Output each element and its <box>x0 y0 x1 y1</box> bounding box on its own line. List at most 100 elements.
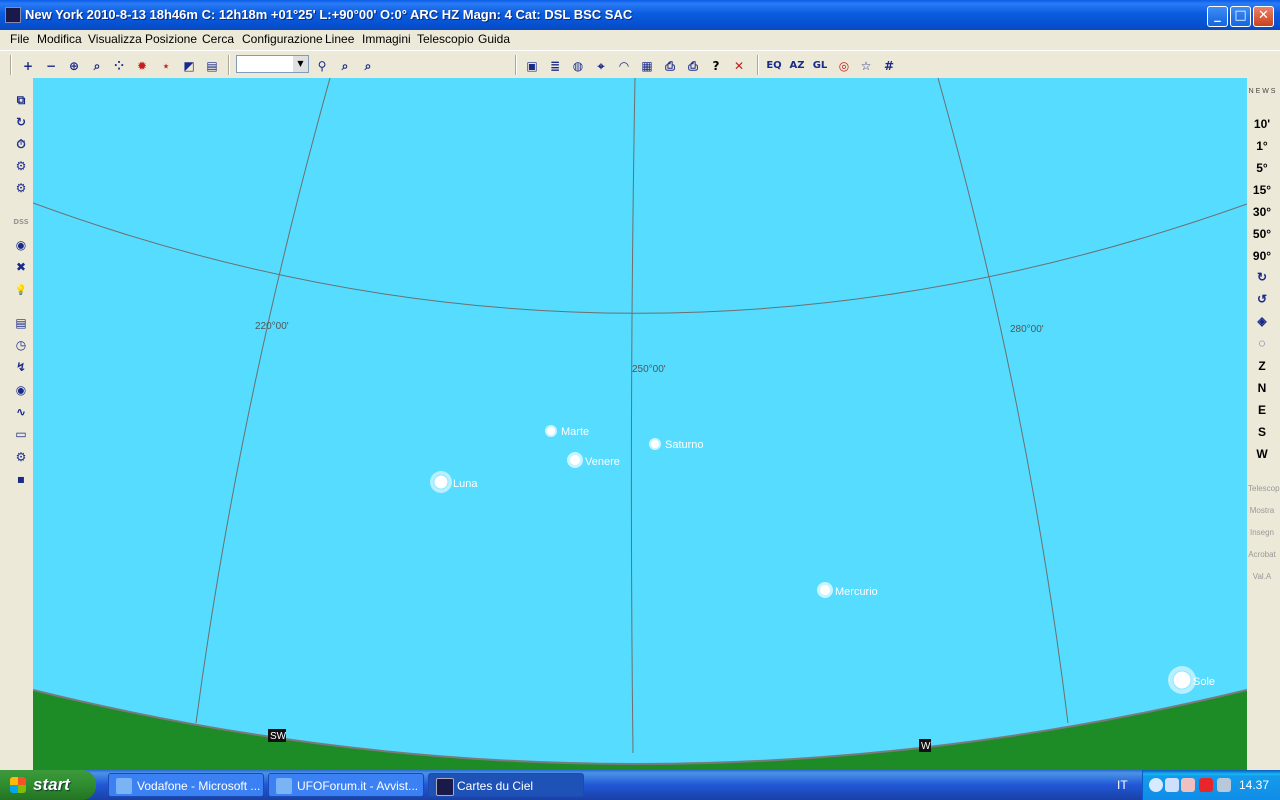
compass-icon[interactable]: N E W S <box>1248 88 1276 95</box>
telescope-icon[interactable]: ⌖ <box>592 57 610 75</box>
print-icon[interactable]: ⎙ <box>661 57 679 75</box>
help-icon[interactable]: ? <box>707 57 725 75</box>
minimize-button[interactable]: _ <box>1207 6 1228 27</box>
curve-icon[interactable]: ∿ <box>12 403 30 421</box>
menu-file[interactable]: File <box>10 32 29 46</box>
find-object-icon[interactable]: ⌕ <box>336 57 354 75</box>
fov-1deg-button[interactable]: 1° <box>1248 139 1276 153</box>
flip-icon[interactable]: ◈ <box>1248 314 1276 328</box>
exit-icon[interactable]: ✕ <box>730 57 748 75</box>
right-toolbar: N E W S 10' 1° 5° 15° 30° 50° 90° ↻ ↺ ◈ … <box>1248 86 1280 772</box>
planet-marte[interactable]: Marte <box>545 425 589 438</box>
south-button[interactable]: S <box>1248 425 1276 439</box>
menu-telescopio[interactable]: Telescopio <box>417 32 474 46</box>
west-button[interactable]: W <box>1248 447 1276 461</box>
start-button[interactable]: start <box>0 770 96 800</box>
app-icon[interactable] <box>5 7 21 23</box>
circle-icon[interactable]: ◌ <box>1248 336 1276 350</box>
binocular-icon[interactable]: ⚲ <box>313 57 331 75</box>
zenith-button[interactable]: Z <box>1248 359 1276 373</box>
language-indicator[interactable]: IT <box>1117 778 1128 792</box>
sky-chart[interactable]: 220°00' 250°00' 280°00' SW W Marte Satur… <box>33 78 1247 770</box>
menu-cerca[interactable]: Cerca <box>202 32 234 46</box>
value-panel-button[interactable]: Val.A <box>1248 572 1276 581</box>
menu-posizione[interactable]: Posizione <box>145 32 197 46</box>
constellation-icon[interactable]: ☆ <box>857 57 875 75</box>
lock-icon[interactable]: ▪ <box>12 470 30 488</box>
chevron-down-icon[interactable]: ▼ <box>293 56 308 72</box>
refresh-icon[interactable]: ↻ <box>12 113 30 131</box>
task-vodafone[interactable]: Vodafone - Microsoft ... <box>108 773 264 797</box>
task-ufoforum[interactable]: UFOForum.it - Avvist... <box>268 773 424 797</box>
maximize-button[interactable]: □ <box>1230 6 1251 27</box>
north-button[interactable]: N <box>1248 381 1276 395</box>
globe-icon[interactable]: ◍ <box>569 57 587 75</box>
field-combo[interactable]: ▼ <box>236 55 309 73</box>
rotate-cw-icon[interactable]: ↻ <box>1248 270 1276 284</box>
zoom-fit-icon[interactable]: ⊕ <box>65 57 83 75</box>
dome-icon[interactable]: ◠ <box>615 57 633 75</box>
display-icon[interactable] <box>1217 778 1231 792</box>
dial-icon[interactable]: ◷ <box>12 336 30 354</box>
lightning-icon[interactable]: ↯ <box>12 358 30 376</box>
telescope-panel-button[interactable]: Telescop <box>1248 484 1280 493</box>
menu-visualizza[interactable]: Visualizza <box>88 32 142 46</box>
toolbar-separator <box>515 55 517 75</box>
close-button[interactable]: ✕ <box>1253 6 1274 27</box>
fov-15deg-button[interactable]: 15° <box>1248 183 1276 197</box>
menu-linee[interactable]: Linee <box>325 32 354 46</box>
network-icon[interactable] <box>1165 778 1179 792</box>
label-icon[interactable]: ▭ <box>12 425 30 443</box>
color-mode-icon[interactable]: ◩ <box>180 57 198 75</box>
fov-5deg-button[interactable]: 5° <box>1248 161 1276 175</box>
equatorial-grid-icon[interactable]: EQ <box>765 57 783 75</box>
camera-icon[interactable]: ◉ <box>12 236 30 254</box>
menu-modifica[interactable]: Modifica <box>37 32 82 46</box>
clock-icon[interactable]: ⏱ <box>12 135 30 153</box>
fov-50deg-button[interactable]: 50° <box>1248 227 1276 241</box>
rotate-ccw-icon[interactable]: ↺ <box>1248 292 1276 306</box>
notes-icon[interactable]: ≣ <box>546 57 564 75</box>
fov-90deg-button[interactable]: 90° <box>1248 249 1276 263</box>
acrobat-icon[interactable] <box>1199 778 1213 792</box>
fov-10min-button[interactable]: 10' <box>1248 117 1276 131</box>
cartes-du-ciel-icon <box>436 778 454 796</box>
dss-icon[interactable]: DSS <box>12 213 30 231</box>
labels-panel-button[interactable]: Insegn <box>1248 528 1276 537</box>
show-panel-button[interactable]: Mostra <box>1248 506 1276 515</box>
tools-icon[interactable]: ⚙ <box>12 448 30 466</box>
stars-icon[interactable]: ⋆ <box>157 57 175 75</box>
lightbulb-icon[interactable]: 💡 <box>12 282 30 300</box>
menu-configurazione[interactable]: Configurazione <box>242 32 323 46</box>
chevron-left-icon[interactable] <box>1149 778 1163 792</box>
observer-icon[interactable]: ◉ <box>12 381 30 399</box>
satellite-icon[interactable]: ✖ <box>12 258 30 276</box>
settings-icon[interactable]: ⚙ <box>12 157 30 175</box>
sun-icon[interactable]: ✹ <box>133 57 151 75</box>
grid-icon[interactable]: # <box>880 57 898 75</box>
task-cartes-du-ciel[interactable]: Cartes du Ciel <box>428 773 584 797</box>
search-icon[interactable]: ⌕ <box>88 57 106 75</box>
antivirus-icon[interactable] <box>1181 778 1195 792</box>
calendar-icon[interactable]: ▦ <box>638 57 656 75</box>
planets-icon[interactable]: ⁘ <box>110 57 128 75</box>
page-icon[interactable]: ▤ <box>203 57 221 75</box>
fov-30deg-button[interactable]: 30° <box>1248 205 1276 219</box>
target-icon[interactable]: ◎ <box>835 57 853 75</box>
copy-icon[interactable]: ⧉ <box>12 91 30 109</box>
zoom-out-icon[interactable]: − <box>42 57 60 75</box>
menu-guida[interactable]: Guida <box>478 32 510 46</box>
planet-marte-label: Marte <box>561 426 589 438</box>
galactic-grid-icon[interactable]: GL <box>811 57 829 75</box>
print-setup-icon[interactable]: ⎙ <box>684 57 702 75</box>
east-button[interactable]: E <box>1248 403 1276 417</box>
azimuthal-grid-icon[interactable]: AZ <box>788 57 806 75</box>
save-icon[interactable]: ▣ <box>523 57 541 75</box>
acrobat-panel-button[interactable]: Acrobat <box>1248 550 1276 559</box>
planet-marte-symbol <box>545 425 557 437</box>
zoom-in-icon[interactable]: + <box>19 57 37 75</box>
config-icon[interactable]: ⚙ <box>12 179 30 197</box>
track-object-icon[interactable]: ⌕ <box>359 57 377 75</box>
menu-immagini[interactable]: Immagini <box>362 32 411 46</box>
catalog-icon[interactable]: ▤ <box>12 314 30 332</box>
